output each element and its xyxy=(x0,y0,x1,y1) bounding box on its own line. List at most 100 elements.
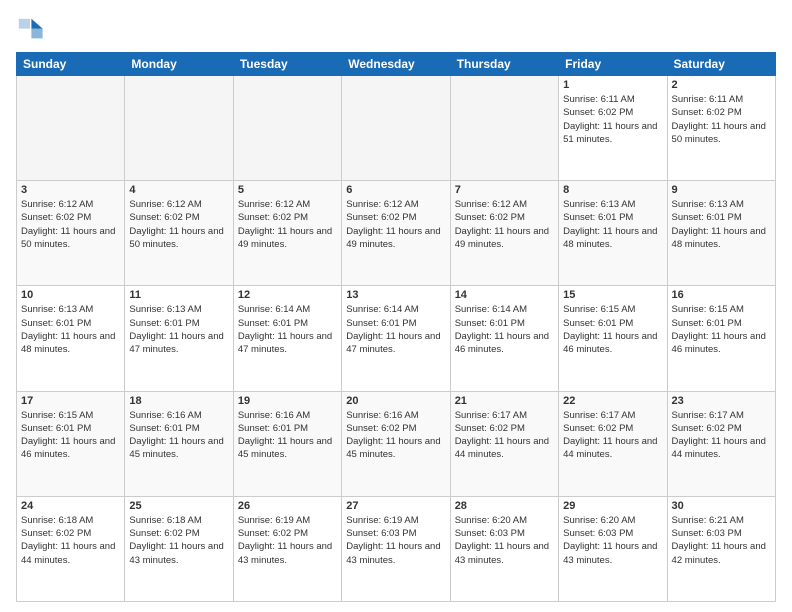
day-cell: 7Sunrise: 6:12 AM Sunset: 6:02 PM Daylig… xyxy=(450,181,558,286)
day-detail: Sunrise: 6:20 AM Sunset: 6:03 PM Dayligh… xyxy=(455,514,554,567)
day-detail: Sunrise: 6:14 AM Sunset: 6:01 PM Dayligh… xyxy=(346,303,445,356)
day-number: 15 xyxy=(563,289,662,301)
day-detail: Sunrise: 6:19 AM Sunset: 6:02 PM Dayligh… xyxy=(238,514,337,567)
day-cell: 8 Sunrise: 6:13 AM Sunset: 6:01 PM Daylig… xyxy=(559,181,667,286)
day-cell: 10 Sunrise: 6:13 AM Sunset: 6:01 PM Dayli… xyxy=(17,286,125,391)
week-row-4: 24 Sunrise: 6:18 AM Sunset: 6:02 PM Dayli… xyxy=(17,496,776,601)
day-detail: Sunrise: 6:20 AM Sunset: 6:03 PM Dayligh… xyxy=(563,514,662,567)
day-cell: 23 Sunrise: 6:17 AM Sunset: 6:02 PM Dayli… xyxy=(667,391,775,496)
week-row-1: 3 Sunrise: 6:12 AM Sunset: 6:02 PM Daylig… xyxy=(17,181,776,286)
page: SundayMondayTuesdayWednesdayThursdayFrid… xyxy=(0,0,792,612)
week-row-0: 1 Sunrise: 6:11 AM Sunset: 6:02 PM Daylig… xyxy=(17,76,776,181)
day-number: 25 xyxy=(129,500,228,512)
day-cell xyxy=(233,76,341,181)
col-header-sunday: Sunday xyxy=(17,53,125,76)
day-detail: Sunrise: 6:17 AM Sunset: 6:02 PM Dayligh… xyxy=(455,409,554,462)
day-detail: Sunrise: 6:19 AM Sunset: 6:03 PM Dayligh… xyxy=(346,514,445,567)
day-cell: 20 Sunrise: 6:16 AM Sunset: 6:02 PM Dayli… xyxy=(342,391,450,496)
day-cell xyxy=(125,76,233,181)
day-cell: 2 Sunrise: 6:11 AM Sunset: 6:02 PM Daylig… xyxy=(667,76,775,181)
day-number: 18 xyxy=(129,395,228,407)
week-row-2: 10 Sunrise: 6:13 AM Sunset: 6:01 PM Dayli… xyxy=(17,286,776,391)
day-cell xyxy=(450,76,558,181)
col-header-thursday: Thursday xyxy=(450,53,558,76)
day-number: 2 xyxy=(672,79,771,91)
day-detail: Sunrise: 6:16 AM Sunset: 6:01 PM Dayligh… xyxy=(238,409,337,462)
day-detail: Sunrise: 6:13 AM Sunset: 6:01 PM Dayligh… xyxy=(563,198,662,251)
day-number: 21 xyxy=(455,395,554,407)
day-number: 14 xyxy=(455,289,554,301)
day-number: 8 xyxy=(563,184,662,196)
col-header-monday: Monday xyxy=(125,53,233,76)
day-number: 1 xyxy=(563,79,662,91)
day-cell: 12 Sunrise: 6:14 AM Sunset: 6:01 PM Dayli… xyxy=(233,286,341,391)
calendar: SundayMondayTuesdayWednesdayThursdayFrid… xyxy=(16,52,776,602)
day-number: 11 xyxy=(129,289,228,301)
day-cell: 18 Sunrise: 6:16 AM Sunset: 6:01 PM Dayli… xyxy=(125,391,233,496)
day-cell: 17 Sunrise: 6:15 AM Sunset: 6:01 PM Dayli… xyxy=(17,391,125,496)
day-number: 23 xyxy=(672,395,771,407)
col-header-friday: Friday xyxy=(559,53,667,76)
logo-icon xyxy=(16,16,44,44)
day-number: 10 xyxy=(21,289,120,301)
day-cell: 3 Sunrise: 6:12 AM Sunset: 6:02 PM Daylig… xyxy=(17,181,125,286)
day-number: 16 xyxy=(672,289,771,301)
day-number: 22 xyxy=(563,395,662,407)
day-number: 9 xyxy=(672,184,771,196)
day-detail: Sunrise: 6:11 AM Sunset: 6:02 PM Dayligh… xyxy=(672,93,771,146)
day-detail: Sunrise: 6:17 AM Sunset: 6:02 PM Dayligh… xyxy=(563,409,662,462)
day-detail: Sunrise: 6:17 AM Sunset: 6:02 PM Dayligh… xyxy=(672,409,771,462)
day-detail: Sunrise: 6:18 AM Sunset: 6:02 PM Dayligh… xyxy=(21,514,120,567)
day-cell: 13 Sunrise: 6:14 AM Sunset: 6:01 PM Dayli… xyxy=(342,286,450,391)
day-detail: Sunrise: 6:15 AM Sunset: 6:01 PM Dayligh… xyxy=(21,409,120,462)
day-detail: Sunrise: 6:12 AM Sunset: 6:02 PM Dayligh… xyxy=(129,198,228,251)
logo xyxy=(16,16,48,44)
day-detail: Sunrise: 6:14 AM Sunset: 6:01 PM Dayligh… xyxy=(238,303,337,356)
day-number: 12 xyxy=(238,289,337,301)
day-cell: 6 Sunrise: 6:12 AM Sunset: 6:02 PM Daylig… xyxy=(342,181,450,286)
day-cell: 21 Sunrise: 6:17 AM Sunset: 6:02 PM Dayli… xyxy=(450,391,558,496)
day-cell xyxy=(342,76,450,181)
day-cell: 16 Sunrise: 6:15 AM Sunset: 6:01 PM Dayli… xyxy=(667,286,775,391)
day-detail: Sunrise: 6:12 AM Sunset: 6:02 PM Dayligh… xyxy=(455,198,554,251)
day-number: 26 xyxy=(238,500,337,512)
day-detail: Sunrise: 6:13 AM Sunset: 6:01 PM Dayligh… xyxy=(21,303,120,356)
day-cell: 24 Sunrise: 6:18 AM Sunset: 6:02 PM Dayli… xyxy=(17,496,125,601)
day-detail: Sunrise: 6:12 AM Sunset: 6:02 PM Dayligh… xyxy=(21,198,120,251)
day-cell: 15Sunrise: 6:15 AM Sunset: 6:01 PM Dayli… xyxy=(559,286,667,391)
header xyxy=(16,16,776,44)
day-cell: 14Sunrise: 6:14 AM Sunset: 6:01 PM Dayli… xyxy=(450,286,558,391)
day-number: 4 xyxy=(129,184,228,196)
day-detail: Sunrise: 6:15 AM Sunset: 6:01 PM Dayligh… xyxy=(672,303,771,356)
day-detail: Sunrise: 6:13 AM Sunset: 6:01 PM Dayligh… xyxy=(672,198,771,251)
day-cell: 19Sunrise: 6:16 AM Sunset: 6:01 PM Dayli… xyxy=(233,391,341,496)
day-cell: 27 Sunrise: 6:19 AM Sunset: 6:03 PM Dayli… xyxy=(342,496,450,601)
day-number: 29 xyxy=(563,500,662,512)
calendar-header-row: SundayMondayTuesdayWednesdayThursdayFrid… xyxy=(17,53,776,76)
day-detail: Sunrise: 6:21 AM Sunset: 6:03 PM Dayligh… xyxy=(672,514,771,567)
day-detail: Sunrise: 6:16 AM Sunset: 6:01 PM Dayligh… xyxy=(129,409,228,462)
day-detail: Sunrise: 6:12 AM Sunset: 6:02 PM Dayligh… xyxy=(238,198,337,251)
day-number: 20 xyxy=(346,395,445,407)
day-number: 17 xyxy=(21,395,120,407)
day-detail: Sunrise: 6:18 AM Sunset: 6:02 PM Dayligh… xyxy=(129,514,228,567)
day-number: 13 xyxy=(346,289,445,301)
day-number: 6 xyxy=(346,184,445,196)
day-detail: Sunrise: 6:12 AM Sunset: 6:02 PM Dayligh… xyxy=(346,198,445,251)
day-cell: 5Sunrise: 6:12 AM Sunset: 6:02 PM Daylig… xyxy=(233,181,341,286)
day-cell: 28 Sunrise: 6:20 AM Sunset: 6:03 PM Dayli… xyxy=(450,496,558,601)
day-cell: 30Sunrise: 6:21 AM Sunset: 6:03 PM Dayli… xyxy=(667,496,775,601)
col-header-tuesday: Tuesday xyxy=(233,53,341,76)
day-number: 3 xyxy=(21,184,120,196)
day-detail: Sunrise: 6:13 AM Sunset: 6:01 PM Dayligh… xyxy=(129,303,228,356)
day-number: 27 xyxy=(346,500,445,512)
day-number: 24 xyxy=(21,500,120,512)
week-row-3: 17 Sunrise: 6:15 AM Sunset: 6:01 PM Dayli… xyxy=(17,391,776,496)
day-cell xyxy=(17,76,125,181)
day-number: 28 xyxy=(455,500,554,512)
day-detail: Sunrise: 6:16 AM Sunset: 6:02 PM Dayligh… xyxy=(346,409,445,462)
day-cell: 25 Sunrise: 6:18 AM Sunset: 6:02 PM Dayli… xyxy=(125,496,233,601)
day-cell: 4 Sunrise: 6:12 AM Sunset: 6:02 PM Daylig… xyxy=(125,181,233,286)
day-cell: 29 Sunrise: 6:20 AM Sunset: 6:03 PM Dayli… xyxy=(559,496,667,601)
day-cell: 11 Sunrise: 6:13 AM Sunset: 6:01 PM Dayli… xyxy=(125,286,233,391)
